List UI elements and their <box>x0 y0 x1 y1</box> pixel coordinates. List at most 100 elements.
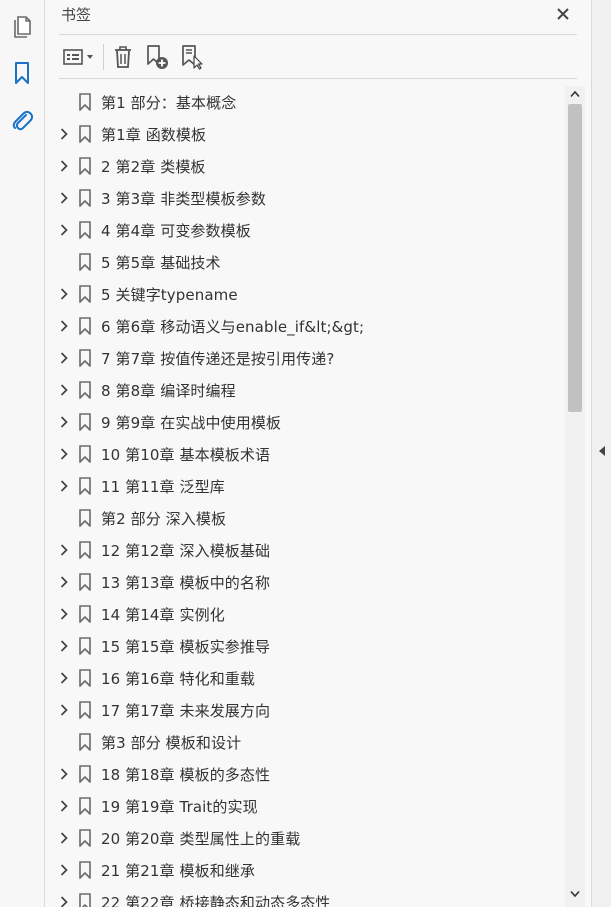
bookmark-icon <box>78 189 92 207</box>
bookmark-label: 20 第20章 类型属性上的重载 <box>101 830 301 848</box>
chevron-right-icon[interactable] <box>57 191 71 205</box>
bookmark-item[interactable]: 15 第15章 模板实参推导 <box>45 630 565 662</box>
bookmark-label: 第1章 函数模板 <box>101 126 207 144</box>
chevron-right-icon[interactable] <box>57 863 71 877</box>
chevron-right-icon[interactable] <box>57 351 71 365</box>
bookmark-icon <box>78 125 92 143</box>
bookmark-item[interactable]: 20 第20章 类型属性上的重载 <box>45 822 565 854</box>
new-bookmark-icon[interactable] <box>142 43 172 71</box>
bookmark-icon <box>78 157 92 175</box>
bookmark-label: 2 第2章 类模板 <box>101 158 206 176</box>
chevron-right-icon[interactable] <box>57 703 71 717</box>
toolbar-divider <box>59 78 577 79</box>
bookmark-item[interactable]: 8 第8章 编译时编程 <box>45 374 565 406</box>
bookmark-item[interactable]: 第1章 函数模板 <box>45 118 565 150</box>
chevron-right-icon[interactable] <box>57 639 71 653</box>
chevron-right-icon[interactable] <box>57 223 71 237</box>
close-icon[interactable] <box>551 2 575 26</box>
bookmark-icon <box>78 797 92 815</box>
chevron-right-icon[interactable] <box>57 479 71 493</box>
bookmark-label: 12 第12章 深入模板基础 <box>101 542 271 560</box>
bookmarks-toolbar <box>59 40 579 74</box>
scrollbar-thumb[interactable] <box>568 104 582 412</box>
attachment-icon[interactable] <box>8 106 36 134</box>
page-thumbnails-icon[interactable] <box>8 13 36 41</box>
bookmark-item[interactable]: 21 第21章 模板和继承 <box>45 854 565 886</box>
bookmark-label: 14 第14章 实例化 <box>101 606 225 624</box>
bookmark-icon <box>78 221 92 239</box>
chevron-right-icon[interactable] <box>57 287 71 301</box>
chevron-right-icon[interactable] <box>57 799 71 813</box>
bookmark-icon <box>78 285 92 303</box>
bookmark-label: 22 第22章 桥接静态和动态多态性 <box>101 894 331 907</box>
bookmark-item[interactable]: 13 第13章 模板中的名称 <box>45 566 565 598</box>
chevron-right-icon[interactable] <box>57 319 71 333</box>
scroll-down-arrow-icon[interactable] <box>569 888 581 900</box>
bookmark-label: 5 第5章 基础技术 <box>101 254 221 272</box>
bookmark-item[interactable]: 10 第10章 基本模板术语 <box>45 438 565 470</box>
delete-icon[interactable] <box>109 43 137 71</box>
bookmark-item[interactable]: 第3 部分 模板和设计 <box>45 726 565 758</box>
bookmark-tree: 第1 部分：基本概念第1章 函数模板 2 第2章 类模板 3 第3章 非类型模板参数… <box>45 86 565 907</box>
chevron-right-icon[interactable] <box>57 895 71 907</box>
bookmark-item[interactable]: 4 第4章 可变参数模板 <box>45 214 565 246</box>
bookmark-icon <box>78 509 92 527</box>
bookmark-icon <box>78 701 92 719</box>
panel-title: 书签 <box>61 6 92 24</box>
chevron-right-icon[interactable] <box>57 831 71 845</box>
bookmark-icon <box>78 829 92 847</box>
bookmark-item[interactable]: 第2 部分 深入模板 <box>45 502 565 534</box>
bookmark-icon <box>78 669 92 687</box>
bookmark-item[interactable]: 14 第14章 实例化 <box>45 598 565 630</box>
bookmark-item[interactable]: 9 第9章 在实战中使用模板 <box>45 406 565 438</box>
bookmark-label: 第2 部分 深入模板 <box>101 510 227 528</box>
bookmark-item[interactable]: 6 第6章 移动语义与enable_if&lt;&gt; <box>45 310 565 342</box>
bookmark-item[interactable]: 17 第17章 未来发展方向 <box>45 694 565 726</box>
bookmark-item[interactable]: 22 第22章 桥接静态和动态多态性 <box>45 886 565 907</box>
chevron-right-icon[interactable] <box>57 671 71 685</box>
bookmark-item[interactable]: 11 第11章 泛型库 <box>45 470 565 502</box>
collapse-pane-arrow-icon[interactable] <box>596 444 608 458</box>
vertical-scrollbar[interactable] <box>565 86 585 907</box>
bookmark-icon <box>78 893 92 907</box>
bookmark-icon <box>78 413 92 431</box>
options-menu-icon <box>63 49 93 65</box>
chevron-right-icon[interactable] <box>57 607 71 621</box>
bookmark-label: 16 第16章 特化和重载 <box>101 670 256 688</box>
bookmark-item[interactable]: 第1 部分：基本概念 <box>45 86 565 118</box>
bookmark-label: 第3 部分 模板和设计 <box>101 734 242 752</box>
bookmark-label: 7 第7章 按值传递还是按引用传递? <box>101 350 335 368</box>
chevron-right-icon[interactable] <box>57 447 71 461</box>
bookmark-item[interactable]: 5 关键字typename <box>45 278 565 310</box>
bookmark-icon <box>78 765 92 783</box>
scroll-up-arrow-icon[interactable] <box>569 88 581 100</box>
chevron-right-icon[interactable] <box>57 415 71 429</box>
options-menu-button[interactable] <box>61 43 99 71</box>
bookmark-item[interactable]: 12 第12章 深入模板基础 <box>45 534 565 566</box>
bookmark-label: 18 第18章 模板的多态性 <box>101 766 271 784</box>
bookmark-item[interactable]: 3 第3章 非类型模板参数 <box>45 182 565 214</box>
bookmark-item[interactable]: 5 第5章 基础技术 <box>45 246 565 278</box>
chevron-right-icon[interactable] <box>57 383 71 397</box>
chevron-right-icon[interactable] <box>57 159 71 173</box>
bookmark-label: 21 第21章 模板和继承 <box>101 862 256 880</box>
bookmark-icon <box>78 349 92 367</box>
bookmark-label: 4 第4章 可变参数模板 <box>101 222 251 240</box>
bookmark-from-selection-icon[interactable] <box>177 43 207 71</box>
chevron-right-icon[interactable] <box>57 127 71 141</box>
bookmark-label: 8 第8章 编译时编程 <box>101 382 236 400</box>
bookmark-item[interactable]: 16 第16章 特化和重载 <box>45 662 565 694</box>
bookmark-item[interactable]: 18 第18章 模板的多态性 <box>45 758 565 790</box>
chevron-right-icon[interactable] <box>57 543 71 557</box>
bookmark-icon[interactable] <box>8 59 36 87</box>
bookmark-label: 17 第17章 未来发展方向 <box>101 702 271 720</box>
chevron-right-icon[interactable] <box>57 575 71 589</box>
pane-splitter[interactable] <box>591 0 611 907</box>
bookmark-item[interactable]: 2 第2章 类模板 <box>45 150 565 182</box>
chevron-right-icon[interactable] <box>57 767 71 781</box>
bookmark-icon <box>78 477 92 495</box>
bookmark-item[interactable]: 7 第7章 按值传递还是按引用传递? <box>45 342 565 374</box>
bookmark-label: 9 第9章 在实战中使用模板 <box>101 414 282 432</box>
bookmark-icon <box>78 93 92 111</box>
bookmark-item[interactable]: 19 第19章 Trait的实现 <box>45 790 565 822</box>
